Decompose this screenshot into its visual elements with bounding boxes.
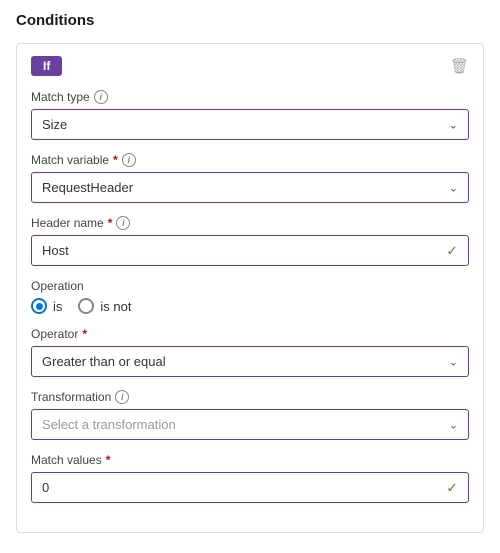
operator-group: Operator * Greater than or equal ⌄	[31, 327, 469, 377]
transformation-select-wrapper: Select a transformation ⌄	[31, 409, 469, 440]
page-title: Conditions	[16, 12, 484, 29]
header-name-info-icon[interactable]: i	[116, 216, 130, 230]
operation-label: Operation	[31, 279, 469, 293]
match-variable-info-icon[interactable]: i	[122, 153, 136, 167]
match-values-input-wrapper: ✓	[31, 472, 469, 503]
transformation-label: Transformation i	[31, 390, 469, 404]
transformation-info-icon[interactable]: i	[115, 390, 129, 404]
match-values-input[interactable]	[32, 473, 468, 502]
match-type-group: Match type i Size ⌄	[31, 90, 469, 140]
match-type-select[interactable]: Size	[32, 110, 468, 139]
transformation-group: Transformation i Select a transformation…	[31, 390, 469, 440]
match-variable-group: Match variable * i RequestHeader ⌄	[31, 153, 469, 203]
match-type-label: Match type i	[31, 90, 469, 104]
if-badge: If	[31, 56, 62, 76]
operator-label: Operator *	[31, 327, 469, 341]
operation-row: is is not	[31, 298, 469, 314]
operation-isnot-radio[interactable]	[78, 298, 94, 314]
operation-group: Operation is is not	[31, 279, 469, 314]
transformation-select[interactable]: Select a transformation	[32, 410, 468, 439]
match-values-group: Match values * ✓	[31, 453, 469, 503]
match-values-label: Match values *	[31, 453, 469, 467]
operation-isnot-option[interactable]: is not	[78, 298, 131, 314]
match-type-select-wrapper: Size ⌄	[31, 109, 469, 140]
operator-select[interactable]: Greater than or equal	[32, 347, 468, 376]
match-variable-select[interactable]: RequestHeader	[32, 173, 468, 202]
operation-is-option[interactable]: is	[31, 298, 62, 314]
match-type-info-icon[interactable]: i	[94, 90, 108, 104]
header-name-select-wrapper: Host ✓	[31, 235, 469, 266]
operation-is-radio[interactable]	[31, 298, 47, 314]
condition-card: If 🗑 Match type i Size ⌄ Match variable …	[16, 43, 484, 533]
match-variable-select-wrapper: RequestHeader ⌄	[31, 172, 469, 203]
operator-select-wrapper: Greater than or equal ⌄	[31, 346, 469, 377]
header-name-label: Header name * i	[31, 216, 469, 230]
delete-icon[interactable]: 🗑	[450, 59, 469, 74]
header-name-group: Header name * i Host ✓	[31, 216, 469, 266]
header-name-select[interactable]: Host	[32, 236, 468, 265]
match-variable-label: Match variable * i	[31, 153, 469, 167]
